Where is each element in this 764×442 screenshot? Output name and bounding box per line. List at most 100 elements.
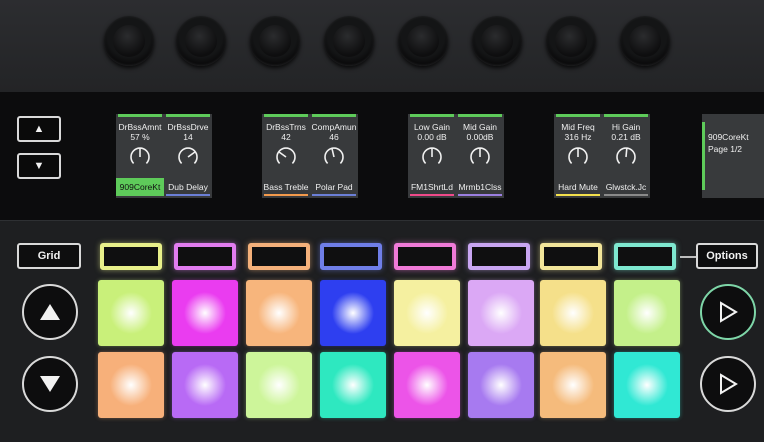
knob-5-encoder[interactable] bbox=[398, 16, 448, 66]
device-slot-underline bbox=[312, 194, 356, 196]
device-slot: Polar Pad bbox=[310, 178, 358, 196]
pad-r2-c8[interactable] bbox=[614, 352, 680, 418]
param-indicator bbox=[556, 114, 600, 117]
encoder-row bbox=[0, 0, 764, 92]
param-indicator bbox=[312, 114, 356, 117]
knob-dial-icon bbox=[324, 147, 344, 164]
knob-dial-icon bbox=[276, 147, 296, 164]
pad-r1-c1[interactable] bbox=[98, 280, 164, 346]
info-screen: 909CoreKt Page 1/2 bbox=[702, 114, 764, 198]
param-4-2: Hi Gain 0.21 dB Glwstck.Jc bbox=[602, 114, 650, 198]
pad-r1-c2[interactable] bbox=[172, 280, 238, 346]
device-slot: Hard Mute bbox=[554, 178, 602, 196]
param-4-1: Mid Freq 316 Hz Hard Mute bbox=[554, 114, 602, 198]
param-name: Mid Gain bbox=[462, 122, 497, 132]
param-name: DrBssTrns bbox=[266, 122, 306, 132]
info-accent bbox=[702, 122, 705, 190]
triangle-up-icon: ▲ bbox=[33, 123, 45, 135]
options-button-label: Options bbox=[706, 250, 748, 262]
parameter-screen-4: Mid Freq 316 Hz Hard Mute Hi Gain 0.21 dB Glw… bbox=[554, 114, 650, 198]
info-page: Page 1/2 bbox=[708, 144, 743, 154]
triangle-down-icon bbox=[40, 376, 60, 392]
track-select-button-3[interactable] bbox=[248, 243, 310, 270]
param-indicator bbox=[458, 114, 502, 117]
push-controller: ▲ ▼ DrBssAmnt 57 % 909CoreKt DrBssDrve 14 Dub… bbox=[0, 0, 764, 442]
track-select-button-1[interactable] bbox=[100, 243, 162, 270]
knob-4-encoder[interactable] bbox=[324, 16, 374, 66]
param-name: CompAmun bbox=[311, 122, 357, 132]
track-select-button-7[interactable] bbox=[540, 243, 602, 270]
info-title: 909CoreKt bbox=[708, 132, 749, 142]
device-slot-label: Polar Pad bbox=[315, 182, 353, 192]
grid-button[interactable]: Grid bbox=[17, 243, 81, 269]
scroll-down-button[interactable] bbox=[22, 356, 78, 412]
track-select-button-4[interactable] bbox=[320, 243, 382, 270]
knob-dial-icon bbox=[616, 147, 636, 164]
param-name: DrBssAmnt bbox=[118, 122, 162, 132]
nav-up-button[interactable]: ▲ bbox=[17, 116, 61, 142]
pad-r2-c3[interactable] bbox=[246, 352, 312, 418]
parameter-screen-2: DrBssTrns 42 Bass Treble CompAmun 46 Polar Pa… bbox=[262, 114, 358, 198]
param-indicator bbox=[410, 114, 454, 117]
track-select-button-5[interactable] bbox=[394, 243, 456, 270]
device-slot: Mrmb1Clss bbox=[456, 178, 504, 196]
scene-launch-1-button[interactable] bbox=[700, 284, 756, 340]
pad-r2-c6[interactable] bbox=[468, 352, 534, 418]
param-2-1: DrBssTrns 42 Bass Treble bbox=[262, 114, 310, 198]
pad-r1-c3[interactable] bbox=[246, 280, 312, 346]
pad-r2-c1[interactable] bbox=[98, 352, 164, 418]
nav-down-button[interactable]: ▼ bbox=[17, 153, 61, 179]
track-select-button-8[interactable] bbox=[614, 243, 676, 270]
device-slot-underline bbox=[604, 194, 648, 196]
param-value: 0.00dB bbox=[466, 132, 494, 142]
knob-7-encoder[interactable] bbox=[546, 16, 596, 66]
param-name: Mid Freq bbox=[561, 122, 595, 132]
pad-r2-c2[interactable] bbox=[172, 352, 238, 418]
device-slot-underline bbox=[410, 194, 454, 196]
scroll-up-button[interactable] bbox=[22, 284, 78, 340]
param-1-2: DrBssDrve 14 Dub Delay bbox=[164, 114, 212, 198]
pad-r1-c4[interactable] bbox=[320, 280, 386, 346]
pad-r1-c5[interactable] bbox=[394, 280, 460, 346]
device-slot: Glwstck.Jc bbox=[602, 178, 650, 196]
options-button[interactable]: Options bbox=[696, 243, 758, 269]
param-value: 14 bbox=[183, 132, 193, 142]
param-indicator bbox=[166, 114, 210, 117]
pad-r2-c7[interactable] bbox=[540, 352, 606, 418]
device-slot-underline bbox=[166, 194, 210, 196]
knob-8-encoder[interactable] bbox=[620, 16, 670, 66]
pad-r1-c8[interactable] bbox=[614, 280, 680, 346]
param-value: 316 Hz bbox=[564, 132, 592, 142]
knob-dial-icon bbox=[568, 147, 588, 164]
param-value: 46 bbox=[329, 132, 339, 142]
track-select-button-2[interactable] bbox=[174, 243, 236, 270]
param-indicator bbox=[118, 114, 162, 117]
device-slot-underline bbox=[458, 194, 502, 196]
knob-dial-icon bbox=[470, 147, 490, 164]
device-slot-label: FM1ShrtLd bbox=[410, 182, 454, 192]
pad-r2-c4[interactable] bbox=[320, 352, 386, 418]
device-slot-underline bbox=[264, 194, 308, 196]
knob-2-encoder[interactable] bbox=[176, 16, 226, 66]
triangle-down-icon: ▼ bbox=[33, 160, 45, 172]
device-slot: Dub Delay bbox=[164, 178, 212, 196]
device-slot-label: Dub Delay bbox=[168, 182, 208, 192]
device-slot-label: Mrmb1Clss bbox=[458, 182, 502, 192]
knob-dial-icon bbox=[178, 147, 198, 164]
pad-r1-c6[interactable] bbox=[468, 280, 534, 346]
pad-r2-c5[interactable] bbox=[394, 352, 460, 418]
device-slot: Bass Treble bbox=[262, 178, 310, 196]
scene-launch-2-button[interactable] bbox=[700, 356, 756, 412]
track-select-button-6[interactable] bbox=[468, 243, 530, 270]
device-slot-label: 909CoreKt bbox=[119, 182, 161, 192]
pad-r1-c7[interactable] bbox=[540, 280, 606, 346]
grid-button-label: Grid bbox=[37, 250, 61, 262]
knob-1-encoder[interactable] bbox=[104, 16, 154, 66]
param-indicator bbox=[264, 114, 308, 117]
device-slot: 909CoreKt bbox=[116, 178, 164, 196]
device-slot-label: Hard Mute bbox=[558, 182, 598, 192]
knob-3-encoder[interactable] bbox=[250, 16, 300, 66]
param-name: Low Gain bbox=[414, 122, 450, 132]
parameter-screen-1: DrBssAmnt 57 % 909CoreKt DrBssDrve 14 Dub Del… bbox=[116, 114, 212, 198]
knob-6-encoder[interactable] bbox=[472, 16, 522, 66]
